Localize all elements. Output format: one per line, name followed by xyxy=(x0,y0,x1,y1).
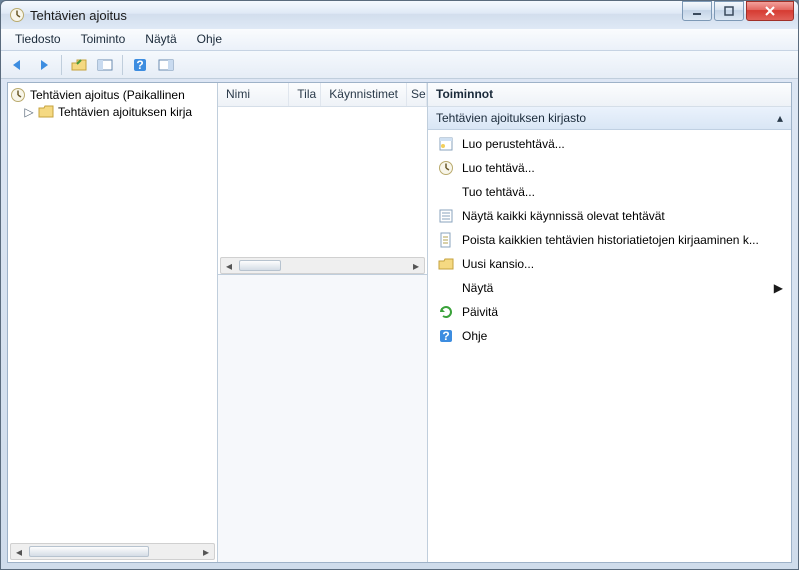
window-buttons xyxy=(682,5,794,25)
tree-library[interactable]: ▷ Tehtävien ajoituksen kirja xyxy=(10,104,215,120)
blank-icon xyxy=(438,280,454,296)
menu-view[interactable]: Näytä xyxy=(135,29,186,50)
window-title: Tehtävien ajoitus xyxy=(30,8,682,23)
menu-action[interactable]: Toiminto xyxy=(71,29,136,50)
scroll-thumb[interactable] xyxy=(239,260,281,271)
action-item-label: Ohje xyxy=(462,329,487,343)
help-icon: ? xyxy=(438,328,454,344)
action-item-8[interactable]: ? Ohje xyxy=(428,324,791,348)
scroll-left-icon[interactable]: ◂ xyxy=(11,544,27,559)
show-hide-action-button[interactable] xyxy=(155,54,177,76)
col-next[interactable]: Se xyxy=(407,83,427,106)
clock-icon xyxy=(438,160,454,176)
help-button[interactable]: ? xyxy=(129,54,151,76)
titlebar[interactable]: Tehtävien ajoitus xyxy=(1,1,798,29)
list-pane: Nimi Tila Käynnistimet Se ◂ ▸ xyxy=(218,83,428,562)
action-item-label: Uusi kansio... xyxy=(462,257,534,271)
action-item-label: Luo tehtävä... xyxy=(462,161,535,175)
actions-section-header[interactable]: Tehtävien ajoituksen kirjasto ▴ xyxy=(428,107,791,130)
toolbar-separator xyxy=(122,55,123,75)
tree-root-label: Tehtävien ajoitus (Paikallinen xyxy=(30,88,185,102)
svg-text:?: ? xyxy=(136,58,143,72)
close-button[interactable] xyxy=(746,1,794,21)
toolbar: ? xyxy=(1,51,798,79)
action-item-5[interactable]: Uusi kansio... xyxy=(428,252,791,276)
list-icon xyxy=(438,208,454,224)
blank-icon xyxy=(438,184,454,200)
col-state[interactable]: Tila xyxy=(289,83,321,106)
tree-library-label: Tehtävien ajoituksen kirja xyxy=(58,105,192,119)
doc-icon xyxy=(438,232,454,248)
scroll-right-icon[interactable]: ▸ xyxy=(408,258,424,273)
menubar: Tiedosto Toiminto Näytä Ohje xyxy=(1,29,798,51)
wizard-icon xyxy=(438,136,454,152)
actions-pane: Toiminnot Tehtävien ajoituksen kirjasto … xyxy=(428,83,791,562)
scroll-right-icon[interactable]: ▸ xyxy=(198,544,214,559)
action-item-label: Näytä xyxy=(462,281,493,295)
tree-view[interactable]: Tehtävien ajoitus (Paikallinen ▷ Tehtävi… xyxy=(8,83,217,562)
action-item-label: Päivitä xyxy=(462,305,498,319)
scroll-thumb[interactable] xyxy=(29,546,149,557)
actions-header: Toiminnot xyxy=(428,83,791,107)
tree-root[interactable]: Tehtävien ajoitus (Paikallinen xyxy=(10,86,215,104)
svg-text:?: ? xyxy=(442,329,449,343)
actions-section-label: Tehtävien ajoituksen kirjasto xyxy=(436,111,586,125)
show-hide-tree-button[interactable] xyxy=(94,54,116,76)
column-headers: Nimi Tila Käynnistimet Se xyxy=(218,83,427,107)
forward-button[interactable] xyxy=(33,54,55,76)
action-item-4[interactable]: Poista kaikkien tehtävien historiatietoj… xyxy=(428,228,791,252)
tree-pane: Tehtävien ajoitus (Paikallinen ▷ Tehtävi… xyxy=(8,83,218,562)
col-triggers[interactable]: Käynnistimet xyxy=(321,83,407,106)
action-item-6[interactable]: Näytä ▶ xyxy=(428,276,791,300)
action-item-3[interactable]: Näytä kaikki käynnissä olevat tehtävät xyxy=(428,204,791,228)
action-item-2[interactable]: Tuo tehtävä... xyxy=(428,180,791,204)
action-item-0[interactable]: Luo perustehtävä... xyxy=(428,132,791,156)
task-detail-body xyxy=(218,274,427,562)
scroll-left-icon[interactable]: ◂ xyxy=(221,258,237,273)
collapse-icon[interactable]: ▴ xyxy=(777,111,783,125)
folder-icon xyxy=(438,256,454,272)
action-item-label: Tuo tehtävä... xyxy=(462,185,535,199)
col-name[interactable]: Nimi xyxy=(218,83,289,106)
action-item-7[interactable]: Päivitä xyxy=(428,300,791,324)
action-item-label: Näytä kaikki käynnissä olevat tehtävät xyxy=(462,209,665,223)
action-item-1[interactable]: Luo tehtävä... xyxy=(428,156,791,180)
action-item-label: Poista kaikkien tehtävien historiatietoj… xyxy=(462,233,759,247)
menu-file[interactable]: Tiedosto xyxy=(5,29,71,50)
expander-icon[interactable]: ▷ xyxy=(24,105,34,119)
window: Tehtävien ajoitus Tiedosto Toiminto Näyt… xyxy=(0,0,799,570)
refresh-icon xyxy=(438,304,454,320)
folder-icon xyxy=(38,105,54,119)
up-button[interactable] xyxy=(68,54,90,76)
actions-list: Luo perustehtävä... Luo tehtävä... Tuo teh… xyxy=(428,130,791,562)
toolbar-separator xyxy=(61,55,62,75)
task-list-body[interactable]: ◂ ▸ xyxy=(218,107,427,274)
submenu-arrow-icon: ▶ xyxy=(774,281,783,295)
back-button[interactable] xyxy=(7,54,29,76)
app-icon xyxy=(9,7,25,23)
action-item-label: Luo perustehtävä... xyxy=(462,137,565,151)
minimize-button[interactable] xyxy=(682,1,712,21)
list-hscrollbar[interactable]: ◂ ▸ xyxy=(220,257,425,274)
menu-help[interactable]: Ohje xyxy=(187,29,232,50)
tree-hscrollbar[interactable]: ◂ ▸ xyxy=(10,543,215,560)
clock-icon xyxy=(10,87,26,103)
client-area: Tehtävien ajoitus (Paikallinen ▷ Tehtävi… xyxy=(7,82,792,563)
maximize-button[interactable] xyxy=(714,1,744,21)
